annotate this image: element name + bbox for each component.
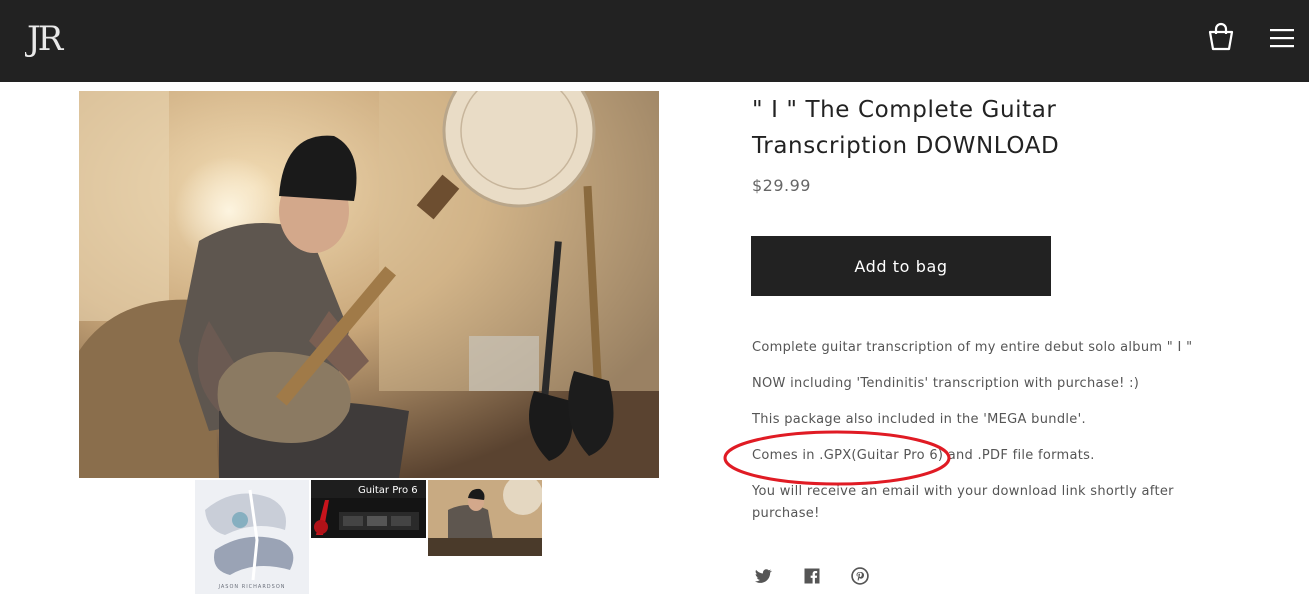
product-price: $29.99 [752,176,811,195]
shopping-bag-icon[interactable] [1206,22,1236,52]
add-to-bag-button[interactable]: Add to bag [751,236,1051,296]
hamburger-menu-icon[interactable] [1268,26,1296,50]
description-line: NOW including 'Tendinitis' transcription… [752,376,1140,391]
pinterest-icon[interactable] [850,566,870,586]
guitarist-photo-thumbnail[interactable] [428,480,542,556]
main-product-image[interactable] [79,91,659,478]
twitter-icon[interactable] [753,566,773,586]
svg-text:JASON RICHARDSON: JASON RICHARDSON [217,584,285,590]
guitar-pro-thumbnail[interactable]: Guitar Pro 6 [311,480,426,538]
description-line: Complete guitar transcription of my enti… [752,340,1193,355]
description-line: Comes in .GPX(Guitar Pro 6) and .PDF fil… [752,448,1095,463]
description-line: This package also included in the 'MEGA … [752,412,1086,427]
site-header: JR [0,0,1309,82]
svg-text:JR: JR [25,19,65,59]
description-line: You will receive an email with your down… [752,484,1174,521]
facebook-icon[interactable] [802,566,822,586]
jr-logo[interactable]: JR [24,14,75,64]
product-title: " I " The Complete Guitar Transcription … [752,97,1060,159]
svg-text:Guitar Pro 6: Guitar Pro 6 [358,485,418,496]
album-cover-thumbnail[interactable]: JASON RICHARDSON [195,480,309,594]
